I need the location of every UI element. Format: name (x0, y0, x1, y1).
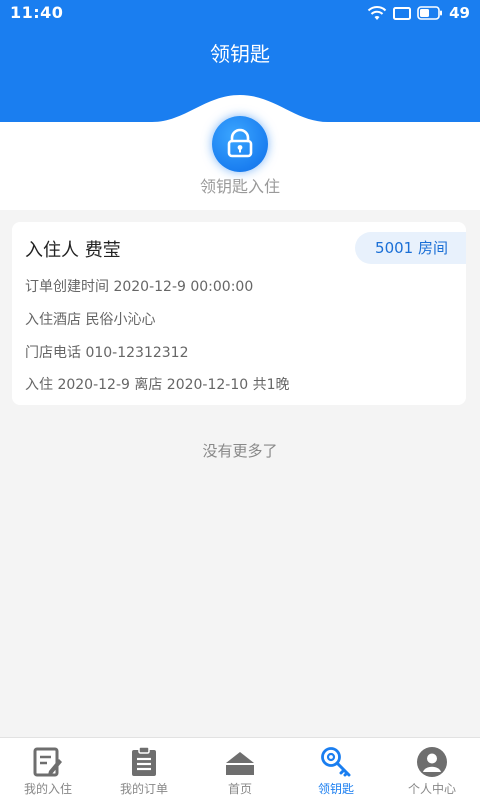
bottom-tabbar: 我的入住 我的订单 首页 领钥匙 个人中心 (0, 737, 480, 800)
order-created-time: 订单创建时间 2020-12-9 00:00:00 (25, 279, 254, 295)
edit-document-icon (33, 747, 62, 777)
tab-label: 我的订单 (119, 782, 168, 796)
hotel-name: 入住酒店 民俗小沁心 (25, 312, 156, 328)
screen-icon (393, 7, 412, 20)
tab-get-key[interactable]: 领钥匙 (288, 738, 384, 800)
stay-dates: 入住 2020-12-9 离店 2020-12-10 共1晚 (25, 377, 290, 393)
tab-label: 领钥匙 (317, 782, 354, 796)
get-key-button[interactable] (212, 116, 268, 172)
tab-label: 个人中心 (407, 782, 456, 796)
battery-icon (417, 6, 443, 20)
lock-icon (227, 128, 253, 158)
tab-my-checkin[interactable]: 我的入住 (0, 738, 96, 800)
tab-my-orders[interactable]: 我的订单 (96, 738, 192, 800)
tab-profile[interactable]: 个人中心 (384, 738, 480, 800)
status-time: 11:40 (10, 3, 64, 22)
clipboard-list-icon (132, 746, 156, 776)
user-avatar-icon (417, 747, 447, 777)
battery-level: 49 (449, 4, 470, 22)
get-key-caption[interactable]: 领钥匙入住 (0, 173, 480, 197)
wifi-icon (367, 6, 387, 20)
room-badge: 5001 房间 (355, 232, 466, 264)
guest-name: 入住人 费莹 (25, 240, 121, 261)
header: 11:40 49 领钥匙 领钥匙入住 (0, 0, 480, 210)
status-bar: 11:40 49 (0, 0, 480, 26)
booking-card[interactable]: 入住人 费莹 5001 房间 订单创建时间 2020-12-9 00:00:00… (12, 222, 466, 405)
status-icons: 49 (367, 4, 470, 22)
tab-home[interactable]: 首页 (192, 738, 288, 800)
tab-label: 我的入住 (23, 782, 72, 796)
tab-label: 首页 (227, 782, 252, 796)
page-title: 领钥匙 (210, 42, 270, 66)
store-phone: 门店电话 010-12312312 (25, 345, 189, 361)
key-icon (321, 747, 351, 777)
home-icon (226, 752, 254, 775)
list-end-text: 没有更多了 (202, 442, 278, 460)
